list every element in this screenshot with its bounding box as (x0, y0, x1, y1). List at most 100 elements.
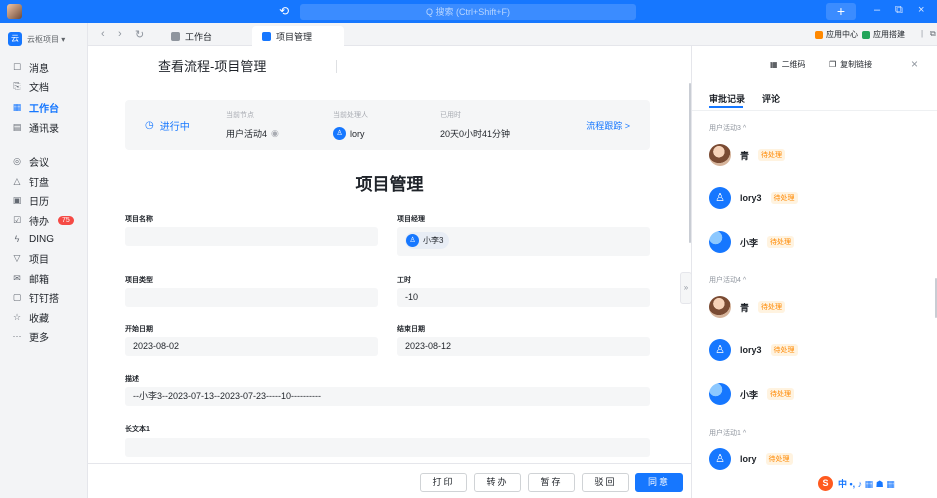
sidebar-item-3[interactable]: ▤ 通讯录 (4, 118, 84, 136)
close-window-button[interactable]: × (918, 4, 924, 16)
calendar-icon: ▣ (12, 194, 22, 205)
minimize-button[interactable]: – (874, 4, 880, 16)
title-divider (336, 60, 337, 73)
add-button[interactable]: + (826, 3, 856, 20)
sidebar-item-11[interactable]: ▢ 钉钉搭 (4, 288, 84, 306)
avatar: ♙ (709, 448, 731, 470)
print-button[interactable]: 打印 (420, 473, 467, 492)
window-mode-icon[interactable]: ⧉ (930, 29, 936, 39)
sidebar-item-10[interactable]: ✉ 邮箱 (4, 269, 84, 287)
avatar (709, 296, 731, 318)
sidebar-item-2[interactable]: ▦ 工作台 (4, 98, 84, 116)
long-text-field[interactable] (125, 438, 650, 457)
project-name-label: 项目名称 (125, 216, 153, 223)
ime-toolbar[interactable]: S 中 •, ♪ ▦ ☗ ▦ (818, 476, 895, 491)
approve-button[interactable]: 同意 (635, 473, 683, 492)
approver-name: lory (740, 454, 757, 464)
sidebar-item-4[interactable]: ◎ 会议 (4, 152, 84, 170)
app-center-link[interactable]: 应用中心 (815, 29, 858, 40)
status-badge: 待处理 (758, 149, 786, 161)
manager-field[interactable]: ♙ 小李3 (397, 227, 650, 256)
status-badge: 待处理 (767, 236, 795, 248)
close-panel-icon[interactable]: × (911, 57, 918, 71)
sidebar-item-9[interactable]: ▽ 项目 (4, 249, 84, 267)
handler-label: 当前处理人 (333, 112, 368, 119)
search-input[interactable]: Q 搜索 (Ctrl+Shift+F) (300, 4, 636, 20)
sidebar-item-5[interactable]: △ 钉盘 (4, 172, 84, 190)
approval-group-title[interactable]: 用户活动1 ^ (709, 428, 746, 438)
project-name-field[interactable] (125, 227, 378, 246)
action-bar: 打印 转办 暂存 驳回 同意 (88, 463, 691, 498)
forward-button[interactable]: › (118, 28, 122, 40)
more-icon: ··· (12, 331, 22, 341)
meeting-icon: ◎ (13, 155, 21, 166)
approval-group-title[interactable]: 用户活动4 ^ (709, 275, 746, 285)
manager-chip[interactable]: ♙ 小李3 (405, 232, 450, 249)
info-icon[interactable]: ◉ (271, 128, 279, 139)
sidebar-item-12[interactable]: ☆ 收藏 (4, 308, 84, 326)
tab-divider (692, 110, 937, 111)
sidebar-item-8[interactable]: ϟ DING (4, 230, 84, 248)
copy-icon: ❐ (829, 60, 837, 69)
title-bar: ⟲ Q 搜索 (Ctrl+Shift+F) + – ⧉ × (0, 0, 937, 23)
avatar: ♙ (709, 187, 731, 209)
left-sidebar: 云 云枢项目 ▾ ☐ 消息 ⎘ 文档 ▦ 工作台 ▤ 通讯录 ◎ 会议 △ 钉盘 ▣ 日历 ☑ 待办 75 ϟ DI… (0, 23, 88, 498)
long-text-label: 长文本1 (125, 426, 150, 433)
app-builder-link[interactable]: 应用搭建 (862, 29, 905, 40)
process-track-link[interactable]: 流程跟踪 > (586, 119, 630, 132)
back-button[interactable]: ‹ (101, 28, 105, 40)
main-content: 查看流程-项目管理 ◷ 进行中 当前节点 用户活动4 ◉ 当前处理人 ♙ lor… (88, 46, 691, 498)
page-title: 查看流程-项目管理 (158, 59, 267, 74)
workbench-tab-icon (171, 31, 180, 41)
tab-project-management[interactable]: 项目管理 (252, 26, 344, 46)
sidebar-item-0[interactable]: ☐ 消息 (4, 58, 84, 76)
org-switcher[interactable]: 云 云枢项目 ▾ (8, 32, 65, 46)
tab-comments[interactable]: 评论 (762, 92, 780, 105)
running-label: 进行中 (159, 122, 190, 133)
approver-name: 小李 (740, 389, 759, 400)
manager-name: 小李3 (423, 236, 444, 245)
project-type-label: 项目类型 (125, 277, 153, 284)
restore-button[interactable]: ⧉ (895, 4, 903, 17)
current-handler: 当前处理人 ♙ lory (333, 110, 368, 140)
org-logo: 云 (8, 32, 22, 46)
tab-bar: ‹ › ↻ 工作台 项目管理 应用中心 应用搭建 | ⧉ (88, 23, 937, 46)
hours-field[interactable]: -10 (397, 288, 650, 307)
sidebar-item-label: 文档 (29, 82, 49, 94)
approver-name: lory3 (740, 345, 762, 355)
approval-entry: 小李 待处理 (709, 231, 795, 253)
refresh-button[interactable]: ↻ (135, 28, 144, 41)
builder-icon: ▢ (12, 291, 22, 302)
panel-toolbar: ▦ 二维码 ❐ 复制链接 × (692, 46, 937, 80)
sidebar-item-1[interactable]: ⎘ 文档 (4, 77, 84, 95)
approval-entry: 小李 待处理 (709, 383, 795, 405)
sidebar-item-13[interactable]: ··· 更多 (4, 327, 84, 345)
tab-label: 项目管理 (276, 31, 313, 42)
description-field[interactable]: --小李3--2023-07-13--2023-07-23-----10----… (125, 387, 650, 406)
tab-approval-records[interactable]: 审批记录 (709, 92, 745, 105)
reject-button[interactable]: 驳回 (582, 473, 629, 492)
project-type-field[interactable] (125, 288, 378, 307)
tab-workbench[interactable]: 工作台 (161, 26, 222, 46)
qrcode-button[interactable]: ▦ 二维码 (770, 59, 806, 70)
app-center-label: 应用中心 (826, 30, 858, 39)
transfer-button[interactable]: 转办 (474, 473, 521, 492)
ime-logo-icon: S (818, 476, 833, 491)
approver-name: 青 (740, 150, 750, 161)
org-name: 云枢项目 ▾ (27, 34, 66, 44)
ime-status: 中 •, ♪ ▦ ☗ ▦ (838, 479, 895, 489)
approval-group-title[interactable]: 用户活动3 ^ (709, 123, 746, 133)
message-icon: ☐ (12, 61, 22, 72)
user-avatar[interactable] (7, 4, 22, 19)
sidebar-item-7[interactable]: ☑ 待办 75 (4, 211, 84, 229)
history-icon[interactable]: ⟲ (279, 4, 289, 18)
end-date-field[interactable]: 2023-08-12 (397, 337, 650, 356)
save-draft-button[interactable]: 暂存 (528, 473, 575, 492)
todo-count-badge: 75 (58, 215, 74, 225)
start-date-field[interactable]: 2023-08-02 (125, 337, 378, 356)
copy-link-button[interactable]: ❐ 复制链接 (829, 59, 872, 70)
sidebar-item-6[interactable]: ▣ 日历 (4, 191, 84, 209)
sidebar-item-label: 项目 (29, 254, 49, 266)
status-badge: 待处理 (765, 453, 793, 465)
process-status-card: ◷ 进行中 当前节点 用户活动4 ◉ 当前处理人 ♙ lory 已用时 20天0… (125, 100, 650, 150)
